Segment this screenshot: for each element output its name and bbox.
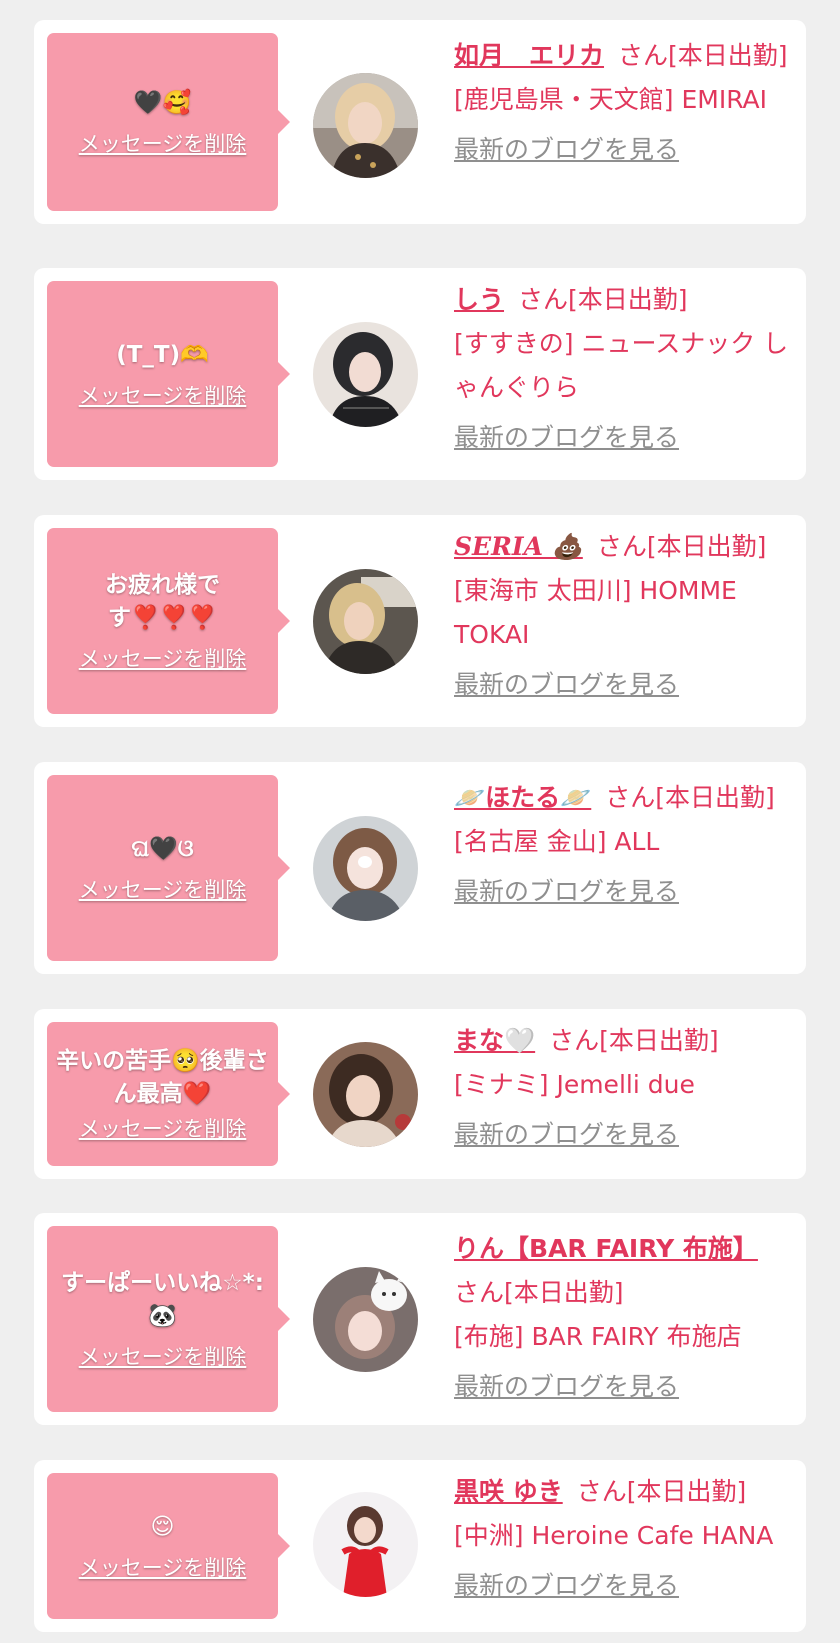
- cast-name-link[interactable]: 黒咲 ゆき: [454, 1477, 563, 1506]
- message-bubble: 😌 メッセージを削除: [47, 1473, 290, 1619]
- cast-info: 🪐ほたる🪐 さん[本日出勤] [名古屋 金山] ALL 最新のブログを見る: [454, 776, 792, 914]
- cast-name-link[interactable]: 如月 エリカ: [454, 41, 604, 70]
- latest-blog-link[interactable]: 最新のブログを見る: [454, 128, 792, 172]
- cast-info: しう さん[本日出勤] [すすきの] ニュースナック しゃんぐりら 最新のブログを…: [454, 278, 792, 460]
- list-item: すーぱーいいね☆*:🐼 メッセージを削除 りん【BAR FAIRY 布施】さん[…: [34, 1213, 806, 1425]
- avatar-photo: [313, 1267, 418, 1372]
- message-list: 🖤🥰 メッセージを削除 如月 エリカ さん[本日出勤] [鹿児島県・天文館] EM…: [0, 0, 840, 1643]
- message-bubble: お疲れ様です❣️❣️❣️ メッセージを削除: [47, 528, 290, 714]
- work-status: さん[本日出勤]: [454, 1278, 624, 1307]
- shop-info: [中洲] Heroine Cafe HANA: [454, 1521, 774, 1550]
- list-item: (T_T)🫶 メッセージを削除 しう さん[本日出勤] [すすきの] ニュースナッ…: [34, 268, 806, 480]
- latest-blog-link[interactable]: 最新のブログを見る: [454, 1113, 792, 1157]
- list-item: 辛いの苦手🥺後輩さん最高❤️ メッセージを削除 まな🤍 さん[本日出勤] [ミナミ…: [34, 1009, 806, 1179]
- latest-blog-link[interactable]: 最新のブログを見る: [454, 416, 792, 460]
- message-text: ଘ🖤ଓ: [131, 835, 194, 862]
- work-status: さん[本日出勤]: [518, 285, 688, 314]
- delete-message-link[interactable]: メッセージを削除: [79, 382, 247, 410]
- work-status: さん[本日出勤]: [549, 1026, 719, 1055]
- avatar-photo: [313, 816, 418, 921]
- avatar[interactable]: [313, 1042, 418, 1147]
- message-bubble: ଘ🖤ଓ メッセージを削除: [47, 775, 290, 961]
- message-bubble: 🖤🥰 メッセージを削除: [47, 33, 290, 211]
- cast-name-link[interactable]: 🪐ほたる🪐: [454, 783, 591, 812]
- delete-message-link[interactable]: メッセージを削除: [79, 876, 247, 904]
- latest-blog-link[interactable]: 最新のブログを見る: [454, 870, 792, 914]
- shop-info: [すすきの] ニュースナック しゃんぐりら: [454, 329, 789, 402]
- latest-blog-link[interactable]: 最新のブログを見る: [454, 663, 792, 707]
- work-status: さん[本日出勤]: [576, 1477, 747, 1506]
- cast-info: まな🤍 さん[本日出勤] [ミナミ] Jemelli due 最新のブログを見る: [454, 1019, 792, 1157]
- cast-name-link[interactable]: まな🤍: [454, 1026, 535, 1055]
- cast-info: 如月 エリカ さん[本日出勤] [鹿児島県・天文館] EMIRAI 最新のブログを…: [454, 34, 792, 172]
- avatar[interactable]: [313, 322, 418, 427]
- latest-blog-link[interactable]: 最新のブログを見る: [454, 1564, 792, 1608]
- message-bubble: すーぱーいいね☆*:🐼 メッセージを削除: [47, 1226, 290, 1412]
- delete-message-link[interactable]: メッセージを削除: [79, 645, 247, 673]
- avatar[interactable]: [313, 569, 418, 674]
- cast-info: 黒咲 ゆき さん[本日出勤] [中洲] Heroine Cafe HANA 最新の…: [454, 1470, 792, 1608]
- avatar-photo: [313, 1492, 418, 1597]
- avatar[interactable]: [313, 1492, 418, 1597]
- avatar[interactable]: [313, 816, 418, 921]
- avatar-photo: [313, 569, 418, 674]
- message-text: (T_T)🫶: [116, 341, 209, 368]
- message-text: 辛いの苦手🥺後輩さん最高❤️: [56, 1048, 269, 1107]
- work-status: さん[本日出勤]: [605, 783, 775, 812]
- avatar[interactable]: [313, 1267, 418, 1372]
- message-text: 😌: [150, 1513, 175, 1540]
- delete-message-link[interactable]: メッセージを削除: [79, 130, 247, 158]
- avatar[interactable]: [313, 73, 418, 178]
- work-status: さん[本日出勤]: [618, 41, 788, 70]
- list-item: ଘ🖤ଓ メッセージを削除 🪐ほたる🪐 さん[本日出勤] [名古屋 金山] ALL …: [34, 762, 806, 974]
- message-text: 🖤🥰: [133, 89, 192, 116]
- message-bubble: (T_T)🫶 メッセージを削除: [47, 281, 290, 467]
- cast-name-link[interactable]: しう: [454, 285, 504, 314]
- avatar-photo: [313, 1042, 418, 1147]
- avatar-photo: [313, 322, 418, 427]
- message-bubble: 辛いの苦手🥺後輩さん最高❤️ メッセージを削除: [47, 1022, 290, 1166]
- delete-message-link[interactable]: メッセージを削除: [79, 1554, 247, 1582]
- list-item: 🖤🥰 メッセージを削除 如月 エリカ さん[本日出勤] [鹿児島県・天文館] EM…: [34, 20, 806, 224]
- shop-info: [鹿児島県・天文館] EMIRAI: [454, 85, 768, 114]
- shop-info: [布施] BAR FAIRY 布施店: [454, 1322, 742, 1351]
- delete-message-link[interactable]: メッセージを削除: [79, 1115, 247, 1143]
- delete-message-link[interactable]: メッセージを削除: [79, 1343, 247, 1371]
- message-text: お疲れ様です❣️❣️❣️: [105, 572, 220, 631]
- cast-info: りん【BAR FAIRY 布施】さん[本日出勤] [布施] BAR FAIRY …: [454, 1227, 792, 1409]
- avatar-photo: [313, 73, 418, 178]
- cast-name-link[interactable]: りん【BAR FAIRY 布施】: [454, 1234, 758, 1263]
- shop-info: [名古屋 金山] ALL: [454, 827, 660, 856]
- list-item: お疲れ様です❣️❣️❣️ メッセージを削除 SERIA 💩 さん[本日出勤] [東…: [34, 515, 806, 727]
- message-text: すーぱーいいね☆*:🐼: [61, 1270, 264, 1329]
- shop-info: [東海市 太田川] HOMME TOKAI: [454, 576, 737, 649]
- latest-blog-link[interactable]: 最新のブログを見る: [454, 1365, 792, 1409]
- cast-info: SERIA 💩 さん[本日出勤] [東海市 太田川] HOMME TOKAI 最新…: [454, 525, 792, 707]
- work-status: さん[本日出勤]: [596, 532, 767, 561]
- list-item: 😌 メッセージを削除 黒咲 ゆき さん[本日出勤] [中洲] Heroine Ca…: [34, 1460, 806, 1632]
- shop-info: [ミナミ] Jemelli due: [454, 1070, 695, 1099]
- cast-name-link[interactable]: SERIA 💩: [454, 532, 583, 561]
